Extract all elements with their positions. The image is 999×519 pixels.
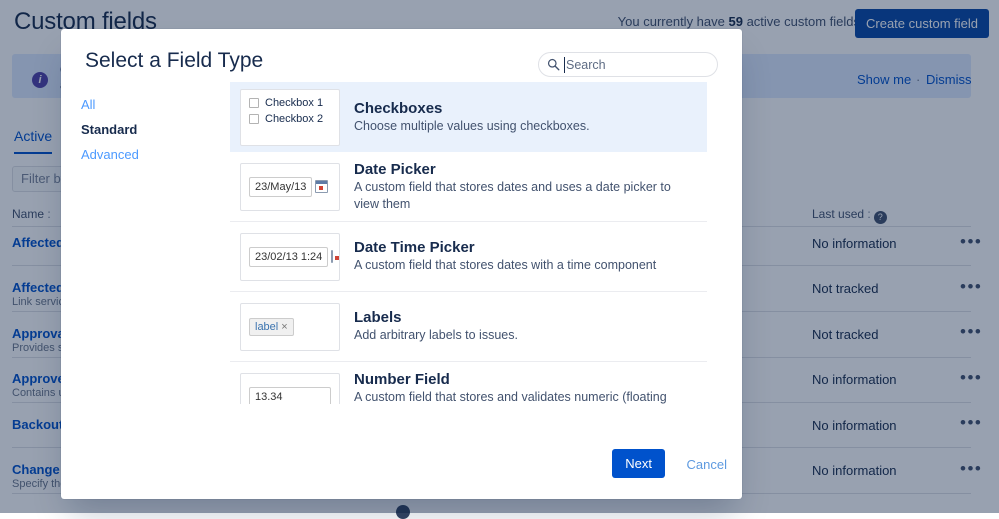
preview-checkbox-line: Checkbox 1 [249,97,331,109]
label-chip-text: label [255,321,278,333]
field-type-name: Number Field [354,371,699,388]
field-type-description: A custom field that stores and validates… [354,389,699,404]
calendar-icon [331,250,333,263]
field-category-nav: All Standard Advanced [81,97,231,172]
field-type-list-inner: Checkbox 1 Checkbox 2 Checkboxes Choose … [230,82,707,404]
preview-checkbox-label: Checkbox 1 [265,97,323,109]
field-type-name: Checkboxes [354,100,590,117]
preview-checkbox-label: Checkbox 2 [265,113,323,125]
field-type-text: Labels Add arbitrary labels to issues. [354,309,526,344]
checkbox-icon [249,98,259,108]
close-icon: × [281,321,287,333]
field-type-option-date-picker[interactable]: 23/May/13 Date Picker A custom field tha… [230,152,707,222]
checkbox-icon [249,114,259,124]
field-type-name: Date Time Picker [354,239,656,256]
preview-checkbox-line: Checkbox 2 [249,113,331,125]
field-type-text: Date Time Picker A custom field that sto… [354,239,664,274]
next-button[interactable]: Next [612,449,665,478]
field-type-option-number-field[interactable]: 13.34 Number Field A custom field that s… [230,362,707,404]
search-icon [547,58,560,71]
field-type-option-date-time-picker[interactable]: 23/02/13 1:24 Date Time Picker A custom … [230,222,707,292]
cancel-button[interactable]: Cancel [687,457,727,472]
label-chip: label× [249,318,294,336]
field-type-list[interactable]: Checkbox 1 Checkbox 2 Checkboxes Choose … [230,82,723,404]
field-type-description: A custom field that stores dates and use… [354,179,699,213]
select-field-type-dialog: Select a Field Type Search All Standard … [61,29,742,499]
nav-item-advanced[interactable]: Advanced [81,147,231,162]
field-type-option-checkboxes[interactable]: Checkbox 1 Checkbox 2 Checkboxes Choose … [230,82,707,152]
preview-checkboxes: Checkbox 1 Checkbox 2 [240,89,340,146]
field-type-description: Choose multiple values using checkboxes. [354,118,590,135]
preview-date-picker: 23/May/13 [240,163,340,211]
nav-item-all[interactable]: All [81,97,231,112]
dialog-footer: Next Cancel [61,437,742,499]
field-type-option-labels[interactable]: label× Labels Add arbitrary labels to is… [230,292,707,362]
preview-date-input: 23/May/13 [249,177,312,197]
field-type-name: Date Picker [354,161,699,178]
nav-item-standard[interactable]: Standard [81,122,231,137]
text-cursor [564,57,565,73]
field-type-text: Date Picker A custom field that stores d… [354,161,707,213]
preview-labels: label× [240,303,340,351]
search-field[interactable]: Search [538,52,718,77]
preview-number-field: 13.34 [240,373,340,405]
field-type-text: Checkboxes Choose multiple values using … [354,100,598,135]
field-type-description: Add arbitrary labels to issues. [354,327,518,344]
preview-datetime-input: 23/02/13 1:24 [249,247,328,267]
calendar-icon [315,180,328,193]
field-type-name: Labels [354,309,518,326]
field-type-text: Number Field A custom field that stores … [354,371,707,404]
preview-date-time-picker: 23/02/13 1:24 [240,233,340,281]
dialog-title: Select a Field Type [85,49,263,73]
field-type-description: A custom field that stores dates with a … [354,257,656,274]
search-placeholder: Search [566,58,606,72]
page-root: Custom fields You currently have 59 acti… [0,0,999,513]
preview-number-input: 13.34 [249,387,331,405]
